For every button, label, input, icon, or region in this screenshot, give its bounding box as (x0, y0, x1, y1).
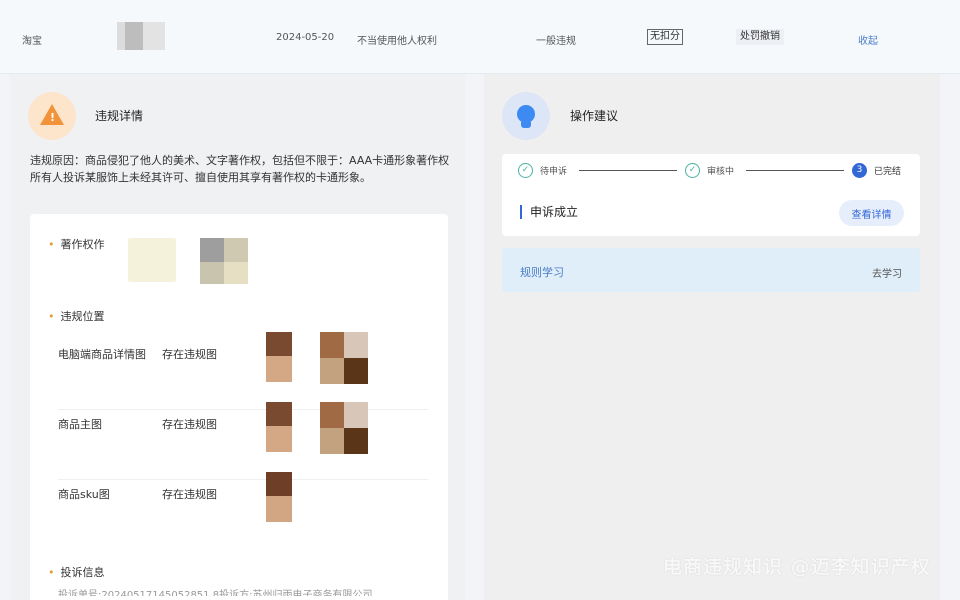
bullet-dot-icon: • (48, 238, 55, 251)
step-under-review: ✓ 审核中 (685, 162, 734, 178)
copyright-label: 著作权作 (60, 238, 105, 251)
operation-advice-title: 操作建议 (570, 109, 619, 123)
violation-summary-row: 淘宝 2024-05-20 不当使用他人权利 一般违规 无扣分 处罚撤销 收起 (0, 0, 960, 74)
step-label: 待申诉 (540, 166, 568, 177)
violation-type: 不当使用他人权利 (357, 36, 437, 47)
location-row: 电脑端商品详情图 存在违规图 (58, 332, 428, 410)
location-row: 商品sku图 存在违规图 (58, 472, 428, 550)
violation-reason: 违规原因：商品侵犯了他人的美术、文字著作权，包括但不限于：AAA卡通形象著作权所… (30, 154, 450, 184)
location-state: 存在违规图 (162, 418, 217, 431)
platform-label: 淘宝 (22, 36, 42, 47)
location-state: 存在违规图 (162, 348, 217, 361)
step-completed: 3 已完结 (852, 162, 901, 178)
lightbulb-icon (502, 92, 550, 140)
deduction-tag: 无扣分 (647, 29, 683, 45)
step-connector (579, 170, 677, 171)
violation-image-thumb[interactable] (266, 332, 292, 382)
step-connector (746, 170, 844, 171)
violation-detail-title: 违规详情 (95, 109, 144, 123)
step-pending-appeal: ✓ 待申诉 (518, 162, 567, 178)
appeal-result: 申诉成立 (520, 205, 578, 219)
complaint-info: 投诉单号:20240517145052851 8投诉方:苏州归雨电子商务有限公司 (58, 590, 373, 596)
rule-learning-title: 规则学习 (520, 266, 564, 279)
complaint-section-title: • 投诉信息 (48, 564, 105, 580)
location-section-title: • 违规位置 (48, 308, 105, 324)
rule-learning-card[interactable]: 规则学习 去学习 (502, 248, 920, 292)
violation-image-thumb[interactable] (320, 402, 368, 454)
go-learn-link[interactable]: 去学习 (872, 265, 902, 280)
violation-image-thumb[interactable] (266, 472, 292, 522)
location-name: 电脑端商品详情图 (58, 348, 146, 361)
collapse-link[interactable]: 收起 (858, 32, 878, 47)
violation-image-thumb[interactable] (320, 332, 368, 384)
complaint-title: 投诉信息 (60, 566, 105, 579)
step-label: 已完结 (874, 166, 902, 177)
violation-image-thumb[interactable] (266, 402, 292, 452)
check-circle-icon: ✓ (685, 162, 700, 178)
evidence-card: • 著作权作 • 违规位置 电脑端商品详情图 存在违规图 商品主图 存在违规图 … (30, 214, 448, 600)
copyright-image-1[interactable] (128, 238, 176, 282)
violation-level: 一般违规 (536, 36, 576, 47)
step-number-icon: 3 (852, 162, 867, 178)
bullet-dot-icon: • (48, 310, 55, 323)
location-row: 商品主图 存在违规图 (58, 402, 428, 480)
watermark-text: 电商违规知识 @迈李知识产权 (663, 556, 931, 578)
operation-advice-panel: 操作建议 ✓ 待申诉 ✓ 审核中 3 已完结 申诉成立 查看详情 规则学习 去学… (484, 74, 940, 600)
violation-detail-panel: ! 违规详情 违规原因：商品侵犯了他人的美术、文字著作权，包括但不限于：AAA卡… (10, 74, 465, 600)
copyright-image-2[interactable] (200, 238, 248, 284)
location-state: 存在违规图 (162, 488, 217, 501)
check-circle-icon: ✓ (518, 162, 533, 178)
warning-icon: ! (28, 92, 76, 140)
appeal-progress-card: ✓ 待申诉 ✓ 审核中 3 已完结 申诉成立 查看详情 (502, 154, 920, 236)
penalty-status-badge: 处罚撤销 (736, 29, 784, 45)
bullet-dot-icon: • (48, 566, 55, 579)
copyright-section-title: • 著作权作 (48, 236, 105, 252)
location-title: 违规位置 (60, 310, 105, 323)
location-name: 商品主图 (58, 418, 102, 431)
location-name: 商品sku图 (58, 488, 110, 501)
view-details-button[interactable]: 查看详情 (839, 200, 904, 226)
violation-date: 2024-05-20 (276, 32, 335, 43)
step-label: 审核中 (707, 166, 735, 177)
product-thumbnail-blurred (117, 22, 167, 50)
